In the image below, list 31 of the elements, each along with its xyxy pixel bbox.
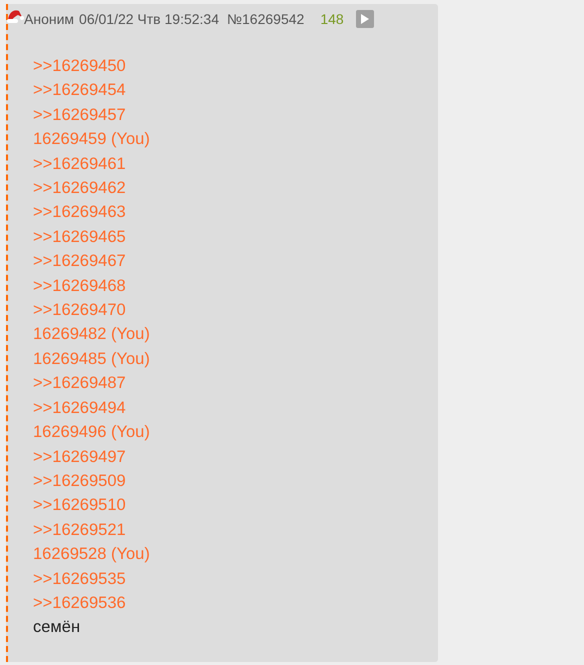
reply-link[interactable]: >>16269494 (33, 396, 126, 420)
reply-link[interactable]: >>16269509 (33, 468, 126, 494)
reply-link[interactable]: >>16269510 (33, 493, 126, 518)
reply-link[interactable]: 16269482 (You) (33, 322, 150, 347)
message-text: семён (33, 617, 80, 638)
post-count: 148 (320, 10, 344, 28)
post-number[interactable]: №16269542 (227, 8, 304, 30)
reply-link[interactable]: >>16269467 (33, 249, 126, 274)
reply-link[interactable]: >>16269465 (33, 224, 126, 250)
reply-link[interactable]: >>16269521 (33, 518, 126, 542)
reply-link[interactable]: >>16269536 (33, 590, 126, 616)
reply-link[interactable]: >>16269461 (33, 152, 126, 176)
reply-link[interactable]: >>16269450 (33, 54, 126, 78)
play-button[interactable] (356, 10, 374, 28)
santa-hat-icon (6, 8, 24, 24)
play-icon (360, 14, 369, 24)
reply-link[interactable]: >>16269470 (33, 298, 126, 322)
reply-link[interactable]: >>16269457 (33, 102, 126, 128)
reply-link[interactable]: >>16269462 (33, 176, 126, 200)
post-date: 06/01/22 Чтв 19:52:34 (79, 10, 219, 28)
reply-link[interactable]: >>16269535 (33, 566, 126, 591)
reply-link[interactable]: 16269459 (You) (33, 127, 150, 152)
reply-link[interactable]: 16269528 (You) (33, 542, 150, 567)
reply-link[interactable]: >>16269463 (33, 200, 126, 225)
reply-link[interactable]: 16269496 (You) (33, 420, 150, 444)
reply-link[interactable]: >>16269468 (33, 274, 126, 298)
reply-link[interactable]: 16269485 (You) (33, 346, 150, 372)
reply-link[interactable]: >>16269497 (33, 444, 126, 469)
reply-link[interactable]: >>16269454 (33, 78, 126, 103)
author-name: Аноним (24, 10, 74, 28)
reply-link[interactable]: >>16269487 (33, 371, 126, 396)
